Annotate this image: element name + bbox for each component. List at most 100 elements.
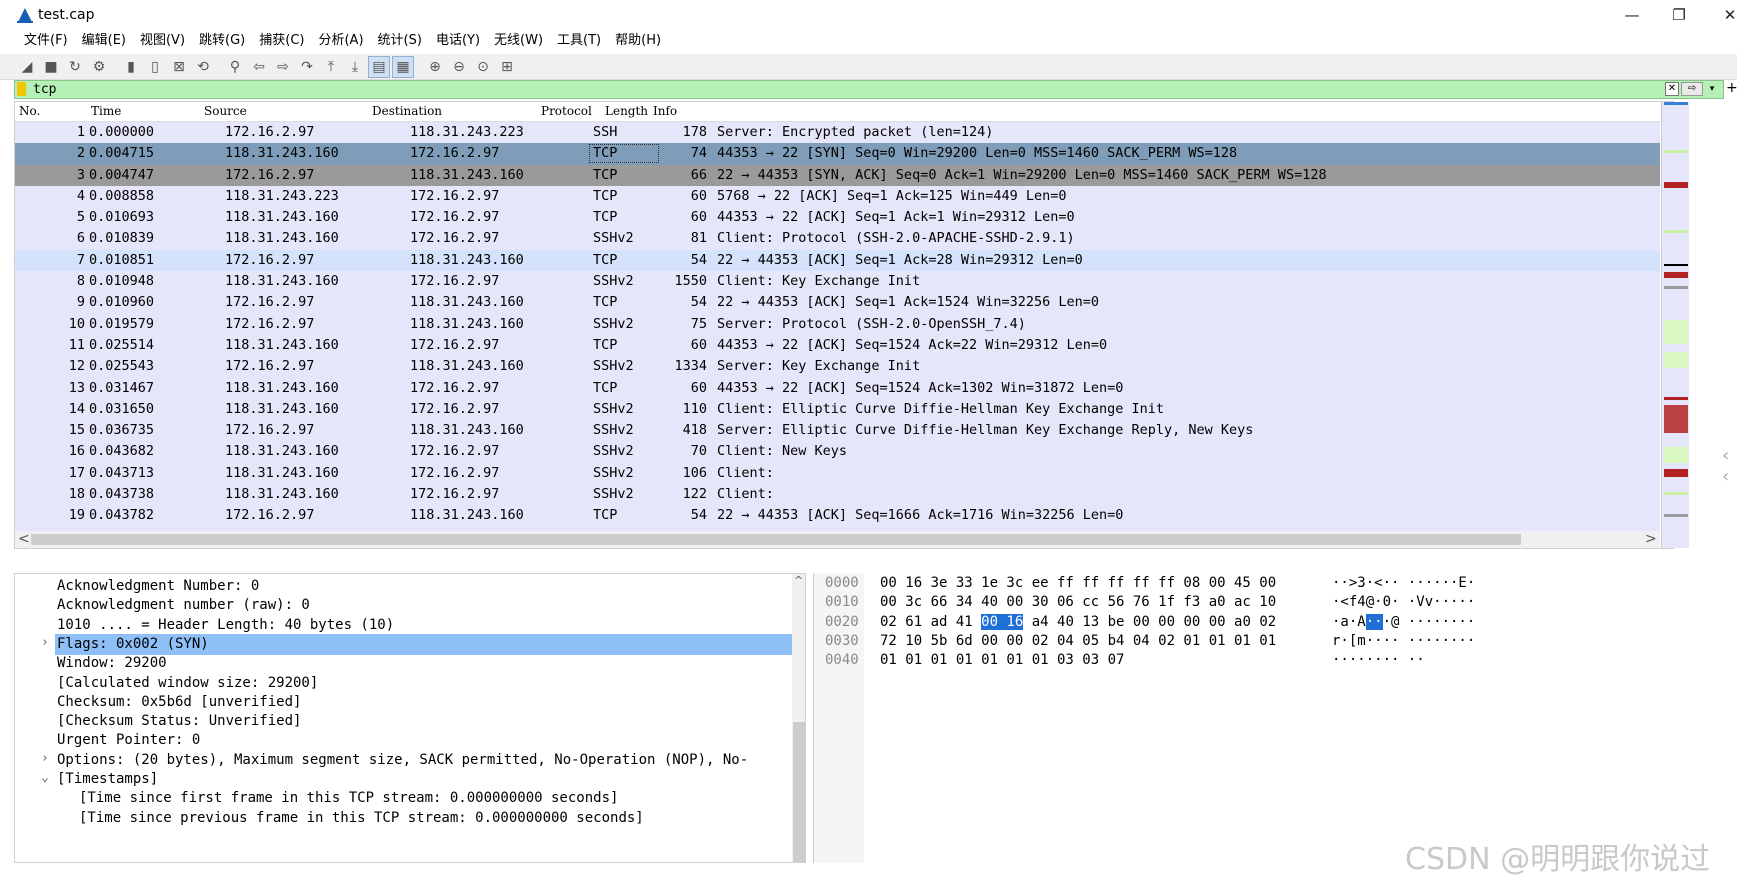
zoom-out-icon[interactable]: ⊖ <box>448 56 470 78</box>
column-header-destination[interactable]: Destination <box>372 104 442 118</box>
packet-bytes-pane[interactable]: 0000 00 16 3e 33 1e 3c ee ff ff ff ff ff … <box>813 573 1737 863</box>
detail-tree-item[interactable]: › Options: (20 bytes), Maximum segment si… <box>15 750 792 771</box>
scroll-up-icon[interactable]: ^ <box>794 574 803 587</box>
column-header-no[interactable]: No. <box>19 104 40 118</box>
collapse-chevron-icon[interactable]: ⌄ <box>41 770 49 785</box>
detail-tree-item[interactable]: › Flags: 0x002 (SYN) <box>41 633 792 655</box>
packet-row[interactable]: 8 0.010948 118.31.243.160 172.16.2.97 SSHv2 1… <box>15 271 1660 293</box>
zoom-in-icon[interactable]: ⊕ <box>424 56 446 78</box>
packet-list[interactable]: No. Time Source Destination Protocol Len… <box>14 101 1689 549</box>
autoscroll-icon[interactable]: ▤ <box>368 55 390 78</box>
bytes-hex[interactable]: 02 61 ad 41 00 16 a4 40 13 be 00 00 00 0… <box>880 613 1276 630</box>
packet-list-horizontal-scrollbar[interactable]: < > <box>15 531 1660 548</box>
bytes-ascii[interactable]: ·a·A···@ ········ <box>1332 613 1475 630</box>
detail-tree-item[interactable]: [Checksum Status: Unverified] <box>15 711 792 732</box>
column-header-source[interactable]: Source <box>204 104 247 118</box>
detail-tree-item[interactable]: Checksum: 0x5b6d [unverified] <box>15 692 792 713</box>
packet-minimap[interactable] <box>1661 102 1689 548</box>
packet-row[interactable]: 3 0.004747 172.16.2.97 118.31.243.160 TCP 66 2… <box>15 164 1660 186</box>
packet-row[interactable]: 1 0.000000 172.16.2.97 118.31.243.223 SSH 178… <box>15 122 1660 144</box>
detail-tree-item[interactable]: 1010 .... = Header Length: 40 bytes (10) <box>15 615 792 636</box>
detail-tree-item[interactable]: Urgent Pointer: 0 <box>15 730 792 751</box>
menu-item-0[interactable]: 文件(F) <box>17 30 75 54</box>
first-packet-icon[interactable]: ⤒ <box>320 56 342 78</box>
menu-item-1[interactable]: 编辑(E) <box>75 30 133 54</box>
find-icon[interactable]: ⚲ <box>224 56 246 78</box>
file-icon[interactable]: ▯ <box>144 56 166 78</box>
bytes-hex[interactable]: 00 16 3e 33 1e 3c ee ff ff ff ff ff 08 0… <box>880 575 1276 591</box>
last-packet-icon[interactable]: ⤓ <box>344 56 366 78</box>
menu-item-3[interactable]: 跳转(G) <box>192 30 252 54</box>
details-scroll-thumb[interactable] <box>793 722 805 862</box>
scroll-right-icon[interactable]: > <box>1645 531 1657 547</box>
detail-tree-item[interactable]: [Time since previous frame in this TCP s… <box>15 808 792 829</box>
filter-clear-button[interactable]: ✕ <box>1665 82 1679 96</box>
close-button[interactable]: ✕ <box>1715 4 1737 26</box>
packet-row[interactable]: 6 0.010839 118.31.243.160 172.16.2.97 SSHv2 8… <box>15 228 1660 250</box>
bytes-hex[interactable]: 72 10 5b 6d 00 00 02 04 05 b4 04 02 01 0… <box>880 633 1276 649</box>
menu-item-8[interactable]: 无线(W) <box>487 30 550 54</box>
packet-row[interactable]: 12 0.025543 172.16.2.97 118.31.243.160 SSHv2… <box>15 356 1660 378</box>
resize-columns-icon[interactable]: ⊞ <box>496 56 518 78</box>
detail-tree-item[interactable]: [Calculated window size: 29200] <box>15 673 792 694</box>
packet-row[interactable]: 18 0.043738 118.31.243.160 172.16.2.97 SSHv2… <box>15 484 1660 506</box>
detail-tree-item[interactable]: Acknowledgment number (raw): 0 <box>15 595 792 616</box>
add-filter-button[interactable]: + <box>1726 80 1737 96</box>
packet-row[interactable]: 11 0.025514 118.31.243.160 172.16.2.97 TCP 60… <box>15 334 1660 357</box>
display-filter-bar[interactable]: tcp ✕ ⇨ ▾ <box>14 80 1724 99</box>
menu-item-6[interactable]: 统计(S) <box>371 30 429 54</box>
column-header-info[interactable]: Info <box>653 104 677 118</box>
menu-item-5[interactable]: 分析(A) <box>311 30 370 54</box>
bytes-hex[interactable]: 00 3c 66 34 40 00 30 06 cc 56 76 1f f3 a… <box>880 594 1276 610</box>
forward-arrow-icon[interactable]: ⇨ <box>272 56 294 78</box>
menu-item-2[interactable]: 视图(V) <box>133 30 192 54</box>
bytes-ascii[interactable]: ··>3·<·· ······E· <box>1332 575 1475 591</box>
menu-item-4[interactable]: 捕获(C) <box>252 30 311 54</box>
column-header-time[interactable]: Time <box>91 104 121 118</box>
column-header-protocol[interactable]: Protocol <box>541 104 592 118</box>
minimize-button[interactable]: — <box>1617 4 1647 26</box>
filter-bookmark-icon[interactable] <box>17 82 26 96</box>
stop-icon[interactable]: ■ <box>40 56 62 78</box>
packet-row[interactable]: 2 0.004715 118.31.243.160 172.16.2.97 TCP 74 4… <box>15 143 1660 165</box>
details-vertical-scrollbar[interactable]: ^ <box>792 574 805 862</box>
detail-tree-item[interactable]: ⌄ [Timestamps] <box>15 769 792 790</box>
packet-row[interactable]: 4 0.008858 118.31.243.223 172.16.2.97 TCP 60 5… <box>15 185 1660 208</box>
packet-row[interactable]: 10 0.019579 172.16.2.97 118.31.243.160 SSHv2… <box>15 313 1660 335</box>
packet-row[interactable]: 5 0.010693 118.31.243.160 172.16.2.97 TCP 60 4… <box>15 207 1660 229</box>
packet-details-pane[interactable]: Acknowledgment Number: 0 Acknowledgment n… <box>14 573 806 863</box>
menu-item-9[interactable]: 工具(T) <box>550 30 608 54</box>
filter-apply-button[interactable]: ⇨ <box>1681 82 1703 96</box>
expand-chevron-icon[interactable]: › <box>41 751 49 766</box>
column-header-length[interactable]: Length <box>605 104 648 118</box>
options-gear-icon[interactable]: ⚙ <box>88 56 110 78</box>
bytes-hex[interactable]: 01 01 01 01 01 01 01 03 03 07 <box>880 652 1124 668</box>
scroll-left-icon[interactable]: < <box>18 531 30 547</box>
packet-row[interactable]: 9 0.010960 172.16.2.97 118.31.243.160 TCP 54 2… <box>15 292 1660 314</box>
menu-item-10[interactable]: 帮助(H) <box>608 30 668 54</box>
reload-icon[interactable]: ⟲ <box>192 56 214 78</box>
bytes-ascii[interactable]: ········ ·· <box>1332 652 1425 668</box>
packet-row[interactable]: 13 0.031467 118.31.243.160 172.16.2.97 TCP 60… <box>15 377 1660 399</box>
bytes-ascii[interactable]: r·[m···· ········ <box>1332 633 1475 649</box>
colorize-icon[interactable]: ▦ <box>392 55 414 78</box>
back-arrow-icon[interactable]: ⇦ <box>248 56 270 78</box>
expand-chevron-icon[interactable]: › <box>41 635 49 650</box>
filter-dropdown-icon[interactable]: ▾ <box>1705 82 1719 96</box>
close-file-icon[interactable]: ⊠ <box>168 56 190 78</box>
zoom-normal-icon[interactable]: ⊙ <box>472 56 494 78</box>
packet-row[interactable]: 17 0.043713 118.31.243.160 172.16.2.97 SSHv2… <box>15 462 1660 485</box>
packet-row[interactable]: 15 0.036735 172.16.2.97 118.31.243.160 SSHv2… <box>15 420 1660 442</box>
packet-row[interactable]: 14 0.031650 118.31.243.160 172.16.2.97 SSHv2… <box>15 398 1660 421</box>
bytes-ascii[interactable]: ·<f4@·0· ·Vv····· <box>1332 594 1475 610</box>
detail-tree-item[interactable]: [Time since first frame in this TCP stre… <box>15 788 792 809</box>
packet-row[interactable]: 19 0.043782 172.16.2.97 118.31.243.160 TCP 54… <box>15 505 1660 527</box>
packet-row[interactable]: 16 0.043682 118.31.243.160 172.16.2.97 SSHv2… <box>15 441 1660 463</box>
packet-list-scroll-thumb[interactable] <box>31 534 1521 545</box>
detail-tree-item[interactable]: Window: 29200 <box>15 653 792 674</box>
filter-input[interactable]: tcp <box>33 82 56 97</box>
detail-tree-item[interactable]: Acknowledgment Number: 0 <box>15 576 792 597</box>
goto-packet-icon[interactable]: ↷ <box>296 56 318 78</box>
open-folder-icon[interactable]: ▮ <box>120 56 142 78</box>
menu-item-7[interactable]: 电话(Y) <box>429 30 487 54</box>
